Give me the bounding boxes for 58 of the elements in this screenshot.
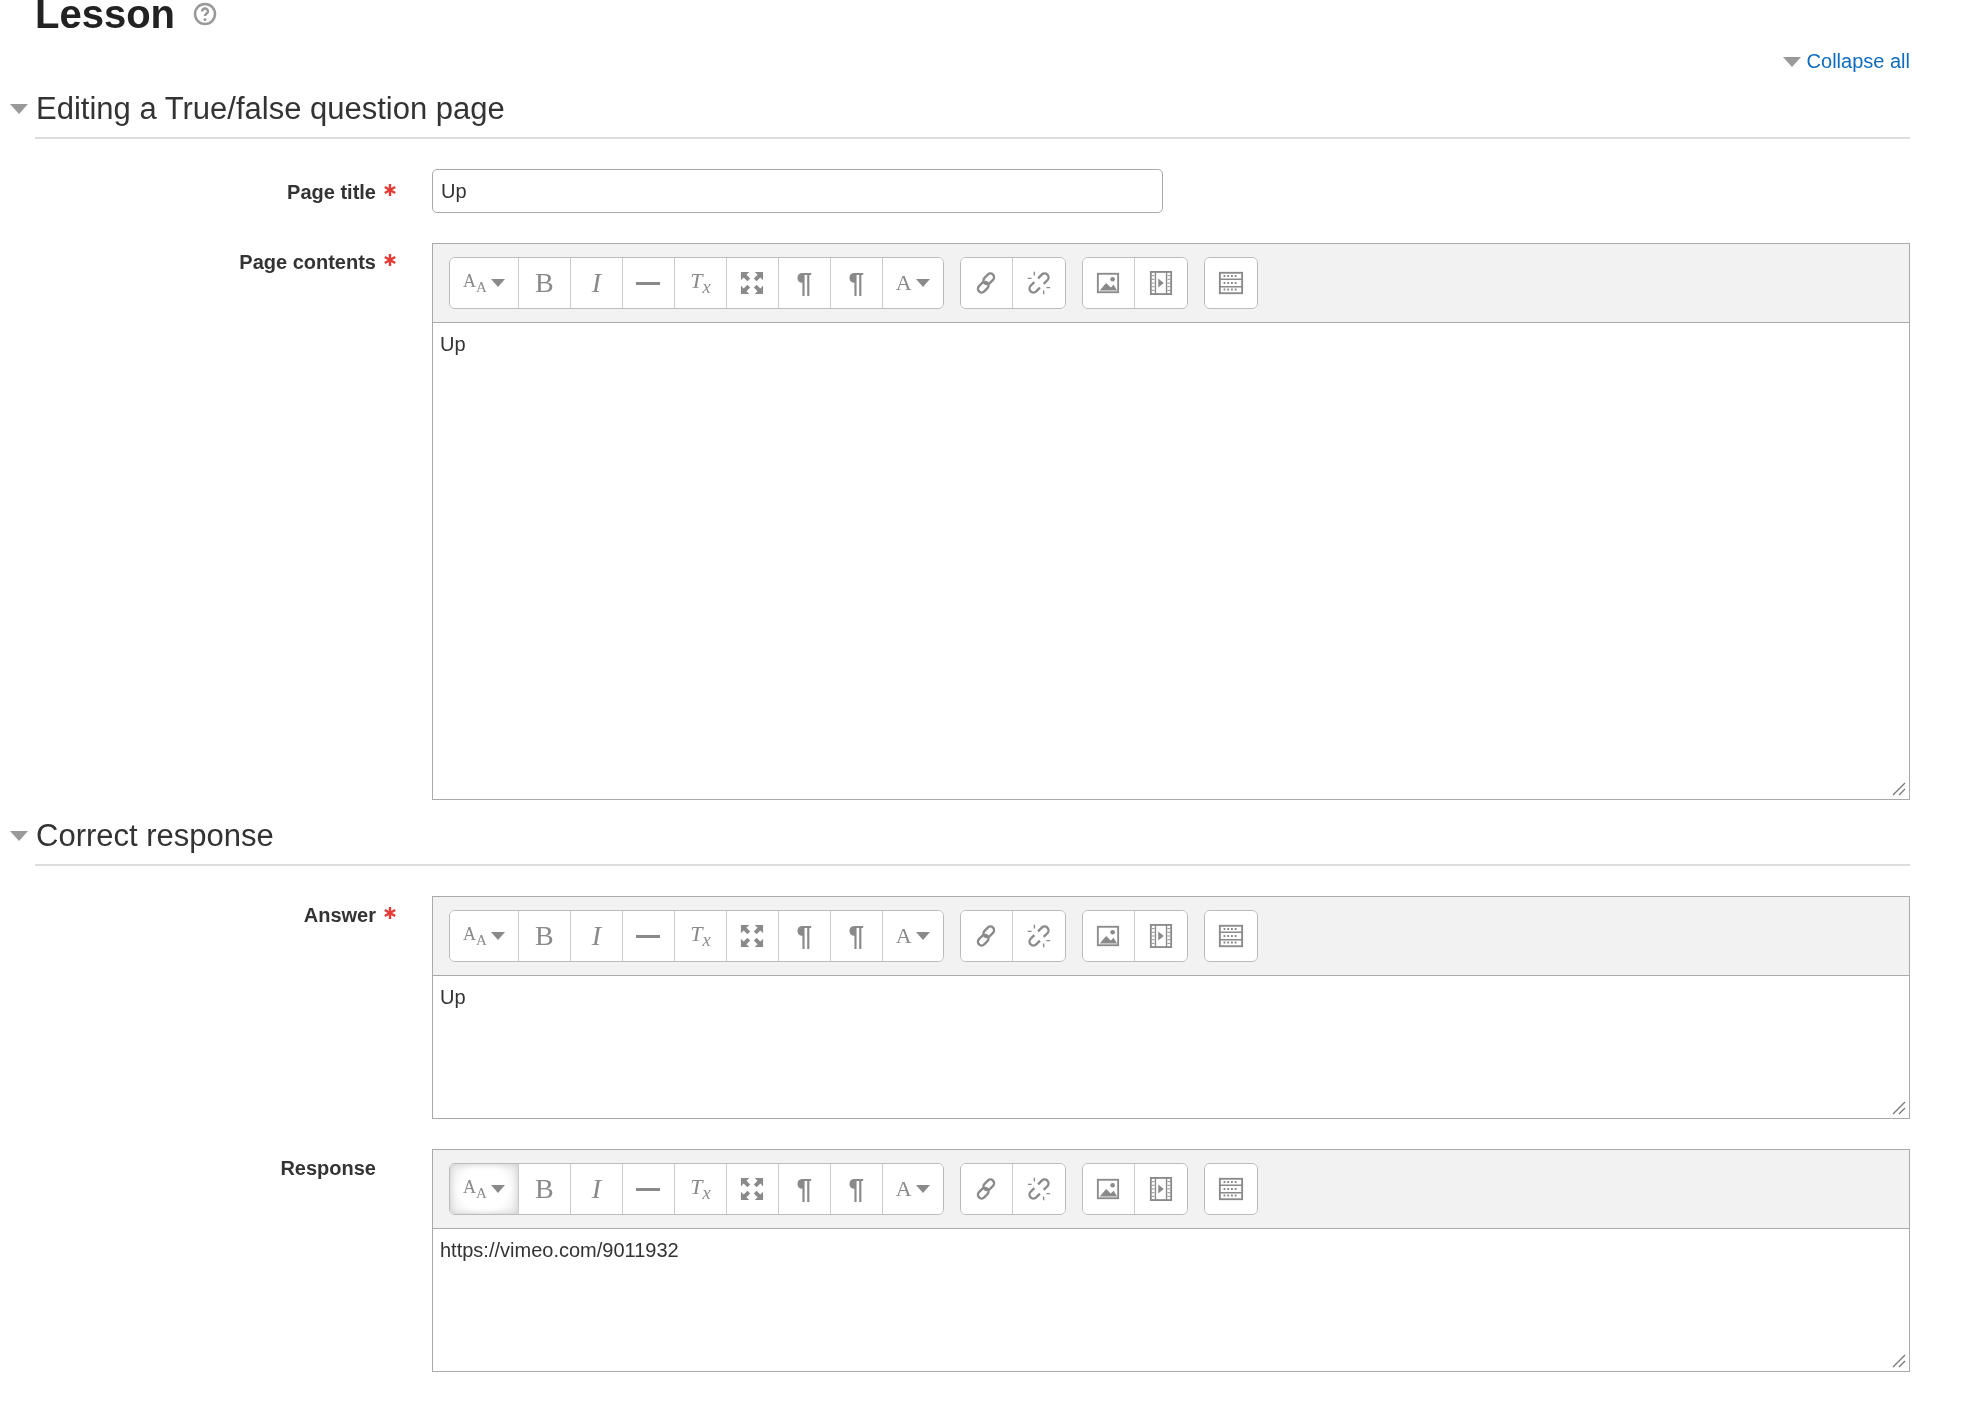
font-size-button[interactable]: A$_{A}$: [450, 258, 519, 308]
caret-icon: [915, 1185, 930, 1193]
caret-icon: [915, 932, 930, 940]
font-size-button[interactable]: A$_{A}$: [450, 1164, 519, 1214]
caret-icon: [490, 932, 505, 940]
toolbar-toggle-button[interactable]: [1204, 258, 1257, 308]
image-icon: [1096, 1177, 1121, 1201]
resize-handle-icon[interactable]: [1892, 1101, 1906, 1115]
toolbar-toggle-button[interactable]: [1204, 1164, 1257, 1214]
resize-handle-icon[interactable]: [1892, 782, 1906, 796]
section-title: Editing a True/false question page: [36, 91, 505, 127]
film-icon: [1148, 923, 1173, 949]
broken-link-icon: [1025, 1176, 1052, 1202]
editor-text: https://vimeo.com/9011932: [440, 1239, 679, 1261]
toolbar-rows-icon: [1217, 923, 1244, 949]
image-button[interactable]: [1082, 1164, 1135, 1214]
font-size-button[interactable]: A$_{A}$: [450, 911, 519, 961]
broken-link-icon: [1025, 270, 1052, 296]
field-label: Answer: [303, 904, 376, 927]
image-button[interactable]: [1082, 911, 1135, 961]
fullscreen-icon: [740, 271, 765, 295]
editor-content[interactable]: Up: [433, 976, 1909, 1118]
caret-icon: [490, 1185, 505, 1193]
caret-icon: [490, 279, 505, 287]
link-button[interactable]: [960, 911, 1013, 961]
caret-icon: [915, 279, 930, 287]
editor-content[interactable]: https://vimeo.com/9011932: [433, 1229, 1909, 1371]
resize-handle-icon[interactable]: [1892, 1354, 1906, 1368]
horizontal-line-icon: [636, 934, 661, 938]
horizontal-line-icon: [636, 281, 661, 285]
field-label: Response: [280, 1157, 376, 1180]
editor-content[interactable]: Up: [433, 323, 1909, 799]
field-label: Page contents: [239, 251, 376, 274]
field-label: Page title: [287, 181, 376, 204]
caret-icon: [1782, 56, 1801, 67]
editor-text: Up: [440, 333, 466, 355]
editor-text: Up: [440, 986, 466, 1008]
film-icon: [1148, 270, 1173, 296]
section-title: Correct response: [36, 818, 274, 854]
fullscreen-icon: [740, 1177, 765, 1201]
collapse-triangle-icon[interactable]: [10, 104, 28, 114]
toolbar-toggle-button[interactable]: [1204, 911, 1257, 961]
image-icon: [1096, 924, 1121, 948]
fullscreen-icon: [740, 924, 765, 948]
page-title-field[interactable]: Up: [432, 169, 1163, 213]
link-button[interactable]: [960, 1164, 1013, 1214]
page-heading: Lesson: [35, 0, 176, 28]
image-icon: [1096, 271, 1121, 295]
toolbar-rows-icon: [1217, 270, 1244, 296]
collapse-all-link[interactable]: Collapse all: [1782, 50, 1910, 73]
link-button[interactable]: [960, 258, 1013, 308]
broken-link-icon: [1025, 923, 1052, 949]
help-icon[interactable]: [193, 2, 218, 26]
collapse-triangle-icon[interactable]: [10, 831, 28, 841]
toolbar-rows-icon: [1217, 1176, 1244, 1202]
film-icon: [1148, 1176, 1173, 1202]
image-button[interactable]: [1082, 258, 1135, 308]
horizontal-line-icon: [636, 1187, 661, 1191]
